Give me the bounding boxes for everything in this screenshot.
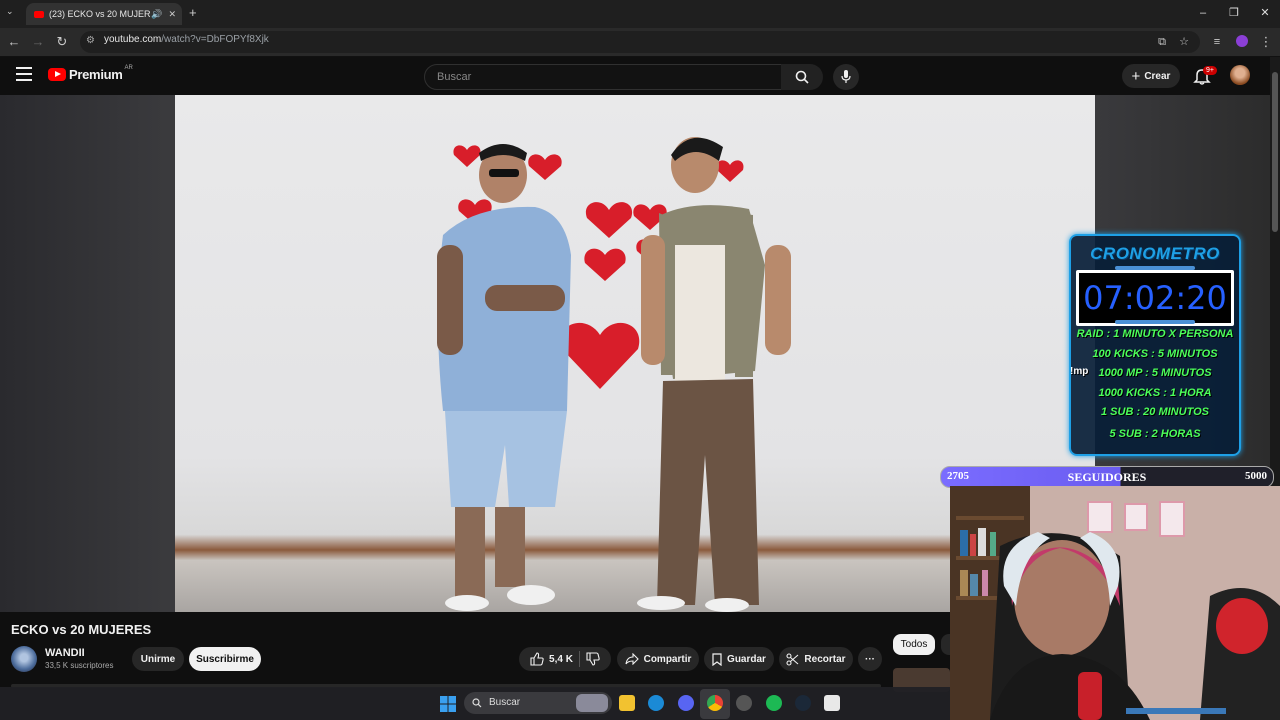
- search-icon: [795, 70, 809, 84]
- url-text[interactable]: youtube.com/watch?v=DbFOPYf8Xjk: [104, 34, 269, 45]
- channel-avatar[interactable]: [11, 646, 37, 672]
- browser-tab-bar: ⌄ (23) ECKO vs 20 MUJERES - 🔊 ✕ + – ❐ ✕: [0, 0, 1280, 28]
- goal-current: 2705: [947, 470, 969, 482]
- voice-search-button[interactable]: [833, 64, 859, 90]
- search-box: [424, 64, 782, 90]
- steam-icon[interactable]: [795, 695, 811, 711]
- windows-logo-icon: [440, 696, 456, 712]
- like-dislike-group: 5,4 K: [519, 647, 611, 671]
- bookmark-star-icon[interactable]: ☆: [1174, 32, 1194, 52]
- subscribe-button[interactable]: Suscribirme: [189, 647, 261, 671]
- speaker-icon[interactable]: 🔊: [151, 9, 162, 20]
- region-label: AR: [124, 64, 133, 71]
- imp-label: !mp: [1070, 366, 1089, 377]
- search-highlight-image: [576, 694, 608, 712]
- rule-1-sub: 1 SUB : 20 MINUTOS: [1101, 406, 1209, 418]
- discord-icon[interactable]: [678, 695, 694, 711]
- notification-badge: 9+: [1203, 66, 1217, 75]
- back-icon[interactable]: ←: [4, 32, 24, 52]
- webcam-feed: [950, 486, 1280, 720]
- rule-5-sub: 5 SUB : 2 HORAS: [1109, 428, 1201, 440]
- followers-goal-bar: SEGUIDORES 2705 5000: [940, 466, 1274, 488]
- microphone-icon: [841, 70, 851, 83]
- windows-start-icon[interactable]: [440, 696, 456, 712]
- youtube-play-logo-icon: [48, 68, 66, 81]
- like-count[interactable]: 5,4 K: [549, 654, 573, 665]
- tab-close-icon[interactable]: ✕: [168, 9, 176, 20]
- reload-icon[interactable]: ↻: [52, 32, 72, 52]
- site-info-icon[interactable]: ⚙: [86, 35, 95, 46]
- create-button[interactable]: + Crear: [1122, 64, 1180, 88]
- dislike-thumb-icon[interactable]: [586, 652, 600, 666]
- logo-text: Premium: [69, 67, 123, 82]
- new-tab-icon[interactable]: +: [189, 5, 197, 20]
- goal-max: 5000: [1245, 470, 1267, 482]
- more-actions-button[interactable]: ···: [858, 647, 882, 671]
- taskbar-search[interactable]: Buscar: [464, 692, 612, 714]
- share-arrow-icon: [625, 653, 639, 665]
- file-explorer-icon[interactable]: [619, 695, 635, 711]
- taskbar-search-label: Buscar: [489, 697, 521, 708]
- like-thumb-icon[interactable]: [530, 652, 544, 666]
- edge-browser-icon[interactable]: [648, 695, 664, 711]
- media-queue-icon[interactable]: ≡: [1207, 32, 1227, 52]
- chrome-icon[interactable]: [707, 695, 723, 711]
- notes-app-icon[interactable]: [824, 695, 840, 711]
- chronometer-panel: CRONOMETRO 07:02:20 RAID : 1 MINUTO X PE…: [1069, 234, 1241, 456]
- search-input[interactable]: [435, 70, 759, 84]
- share-button[interactable]: Compartir: [617, 647, 699, 671]
- scissors-icon: [786, 652, 799, 666]
- profile-icon[interactable]: [1236, 35, 1248, 47]
- save-button[interactable]: Guardar: [704, 647, 774, 671]
- create-label: Crear: [1144, 70, 1171, 82]
- tab-list-icon[interactable]: ⌄: [6, 6, 14, 17]
- filter-chip-next[interactable]: [941, 634, 950, 655]
- menu-icon[interactable]: [16, 67, 32, 81]
- rule-1000-mp: 1000 MP : 5 MINUTOS: [1098, 367, 1212, 379]
- chronometer-display: 07:02:20: [1076, 270, 1234, 326]
- goal-label: SEGUIDORES: [1067, 470, 1147, 484]
- bookmark-icon: [712, 652, 722, 666]
- chronometer-time: 07:02:20: [1083, 279, 1227, 317]
- like-divider: [578, 651, 580, 667]
- window-close-icon[interactable]: ✕: [1255, 4, 1275, 22]
- url-host: youtube.com: [104, 34, 162, 45]
- obs-icon[interactable]: [736, 695, 752, 711]
- forward-icon[interactable]: →: [28, 32, 48, 52]
- youtube-logo[interactable]: Premium AR: [48, 64, 133, 82]
- rule-100-kicks: 100 KICKS : 5 MINUTOS: [1092, 348, 1218, 360]
- filter-chip-all[interactable]: Todos: [893, 634, 935, 655]
- address-bar-row: ← → ↻ ⚙ youtube.com/watch?v=DbFOPYf8Xjk …: [0, 28, 1280, 57]
- webcam-illustration: [950, 486, 1280, 720]
- youtube-favicon-icon: [34, 10, 44, 18]
- youtube-header: Premium AR +Crear 9+: [0, 57, 1270, 95]
- chronometer-title: CRONOMETRO: [1090, 244, 1220, 263]
- save-label: Guardar: [727, 653, 766, 665]
- minimize-icon[interactable]: –: [1193, 4, 1213, 22]
- join-button[interactable]: Unirme: [132, 647, 184, 671]
- windows-taskbar: Buscar: [0, 687, 950, 720]
- share-label: Compartir: [643, 653, 692, 665]
- plus-icon: +: [1131, 67, 1141, 85]
- browser-menu-icon[interactable]: ⋮: [1256, 32, 1276, 52]
- tab-title: (23) ECKO vs 20 MUJERES -: [49, 9, 151, 19]
- spotify-icon[interactable]: [766, 695, 782, 711]
- maximize-icon[interactable]: ❐: [1224, 4, 1244, 22]
- chronometer-bottom-bar: [1115, 320, 1195, 324]
- browser-tab[interactable]: (23) ECKO vs 20 MUJERES - 🔊 ✕: [26, 3, 182, 25]
- subscriber-count: 33,5 K suscriptores: [45, 661, 114, 670]
- account-avatar[interactable]: [1230, 65, 1250, 85]
- rule-1000-kicks: 1000 KICKS : 1 HORA: [1098, 387, 1212, 399]
- search-button[interactable]: [781, 64, 823, 90]
- scrollbar-thumb[interactable]: [1272, 72, 1278, 232]
- url-path: /watch?v=DbFOPYf8Xjk: [161, 34, 269, 45]
- install-icon[interactable]: ⧉: [1152, 32, 1172, 52]
- clip-label: Recortar: [804, 653, 846, 665]
- video-title: ECKO vs 20 MUJERES: [11, 622, 152, 637]
- channel-name[interactable]: WANDII: [45, 647, 85, 659]
- clip-button[interactable]: Recortar: [779, 647, 853, 671]
- rule-raid: RAID : 1 MINUTO X PERSONA: [1076, 328, 1234, 340]
- taskbar-search-icon: [472, 698, 482, 708]
